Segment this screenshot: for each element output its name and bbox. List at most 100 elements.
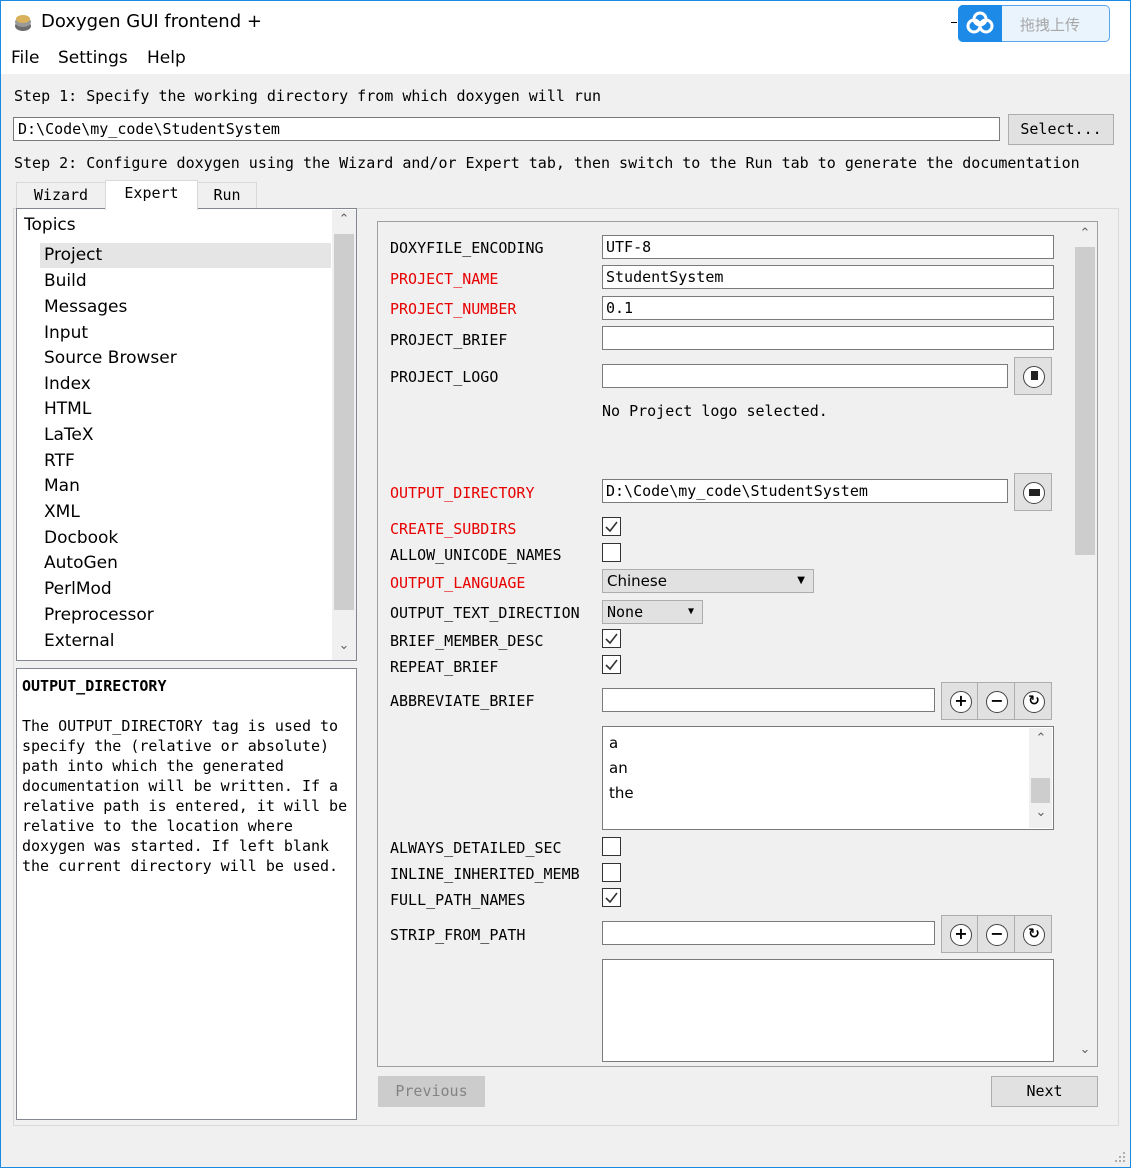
topic-preprocessor[interactable]: Preprocessor [44,605,154,630]
topic-xml[interactable]: XML [44,502,80,527]
project-brief-input[interactable] [602,326,1054,350]
label-project-name: PROJECT_NAME [390,270,499,288]
refresh-icon: ↻ [1028,693,1040,709]
tab-expert[interactable]: Expert [105,180,198,210]
output-directory-input[interactable]: D:\Code\my_code\StudentSystem [602,479,1008,503]
topic-man[interactable]: Man [44,476,80,501]
abbreviate-update-button[interactable]: ↻ [1014,682,1052,720]
label-inline-inherited-memb: INLINE_INHERITED_MEMB [390,865,580,883]
topic-source-browser[interactable]: Source Browser [44,348,177,373]
minimize-glyph[interactable] [951,22,957,23]
tab-wizard[interactable]: Wizard [16,182,106,209]
browse-file-button[interactable] [1014,357,1052,395]
allow-unicode-names-checkbox[interactable] [602,543,621,562]
full-path-names-checkbox[interactable] [602,888,621,907]
label-output-text-direction: OUTPUT_TEXT_DIRECTION [390,604,580,622]
abbreviate-brief-list[interactable] [602,726,1054,830]
browse-folder-button[interactable] [1014,473,1052,511]
settings-scroll-thumb[interactable] [1075,247,1095,555]
dropdown-arrow-icon: ▼ [797,575,805,586]
checkmark-icon [605,892,618,904]
label-full-path-names: FULL_PATH_NAMES [390,891,526,909]
step2-text: Step 2: Configure doxygen using the Wiza… [14,154,1080,172]
menu-file[interactable]: File [11,48,39,68]
label-abbreviate-brief: ABBREVIATE_BRIEF [390,692,535,710]
label-brief-member-desc: BRIEF_MEMBER_DESC [390,632,544,650]
repeat-brief-checkbox[interactable] [602,655,621,674]
topic-input[interactable]: Input [44,323,88,348]
upload-label[interactable]: 拖拽上传 [1020,14,1080,35]
topic-autogen[interactable]: AutoGen [44,553,118,578]
brief-member-desc-checkbox[interactable] [602,629,621,648]
strip-remove-button[interactable]: − [977,915,1015,953]
project-logo-input[interactable] [602,364,1008,388]
plus-icon: + [954,924,968,943]
topic-index[interactable]: Index [44,374,91,399]
output-text-direction-select[interactable]: None ▼ [602,600,703,624]
output-language-select[interactable]: Chinese ▼ [602,569,814,593]
topic-external[interactable]: External [44,631,115,656]
always-detailed-sec-checkbox[interactable] [602,837,621,856]
help-text: The OUTPUT_DIRECTORY tag is used to spec… [22,717,348,875]
strip-from-path-list[interactable] [602,959,1054,1062]
plus-icon: + [954,691,968,710]
cloud-upload-icon[interactable] [958,5,1002,42]
strip-update-button[interactable]: ↻ [1014,915,1052,953]
select-directory-button[interactable]: Select... [1008,114,1114,145]
working-directory-input[interactable]: D:\Code\my_code\StudentSystem [13,117,1000,141]
label-repeat-brief: REPEAT_BRIEF [390,658,499,676]
abbreviate-remove-button[interactable]: − [977,682,1015,720]
topic-docbook[interactable]: Docbook [44,528,118,553]
topic-messages[interactable]: Messages [44,297,127,322]
create-subdirs-checkbox[interactable] [602,517,621,536]
topic-perlmod[interactable]: PerlMod [44,579,112,604]
previous-button[interactable]: Previous [378,1076,485,1107]
chevron-down-icon[interactable]: ⌄ [1073,1042,1097,1057]
doxyfile-encoding-input[interactable]: UTF-8 [602,235,1054,259]
doxygen-app-icon [12,11,34,33]
project-number-input[interactable]: 0.1 [602,296,1054,320]
topic-html[interactable]: HTML [44,399,91,424]
project-logo-note: No Project logo selected. [602,402,828,420]
topics-heading: Topics [24,215,76,235]
chevron-up-icon[interactable]: ⌃ [1073,226,1097,241]
strip-from-path-input[interactable] [602,921,935,945]
output-language-value: Chinese [607,572,667,590]
checkmark-icon [605,521,618,533]
chevron-down-icon[interactable]: ⌄ [332,638,356,653]
label-allow-unicode-names: ALLOW_UNICODE_NAMES [390,546,562,564]
label-create-subdirs: CREATE_SUBDIRS [390,520,517,538]
project-name-input[interactable]: StudentSystem [602,265,1054,289]
chevron-down-icon[interactable]: ⌄ [1029,805,1053,820]
folder-icon [1023,481,1045,503]
topic-project[interactable]: Project [44,245,102,270]
label-output-language: OUTPUT_LANGUAGE [390,574,526,592]
list-item[interactable]: the [609,784,634,802]
minus-icon: − [990,691,1004,710]
abbreviate-add-button[interactable]: + [941,682,979,720]
tab-run[interactable]: Run [197,182,257,209]
topics-scroll-thumb[interactable] [334,234,354,610]
chevron-up-icon[interactable]: ⌃ [332,212,356,227]
menu-help[interactable]: Help [147,48,186,68]
label-project-number: PROJECT_NUMBER [390,300,517,318]
checkmark-icon [605,633,618,645]
chevron-up-icon[interactable]: ⌃ [1029,731,1053,746]
strip-add-button[interactable]: + [941,915,979,953]
topic-rtf[interactable]: RTF [44,451,75,476]
label-project-brief: PROJECT_BRIEF [390,331,508,349]
resize-grip-icon[interactable] [1112,1148,1126,1162]
label-strip-from-path: STRIP_FROM_PATH [390,926,526,944]
label-project-logo: PROJECT_LOGO [390,368,499,386]
dropdown-arrow-icon: ▼ [687,606,694,617]
list-item[interactable]: an [609,759,628,777]
abbreviate-brief-input[interactable] [602,688,935,712]
menu-settings[interactable]: Settings [58,48,128,68]
topic-latex[interactable]: LaTeX [44,425,94,450]
next-button[interactable]: Next [991,1076,1098,1107]
abbreviate-list-scroll-thumb[interactable] [1031,778,1050,803]
inline-inherited-memb-checkbox[interactable] [602,863,621,882]
checkmark-icon [605,659,618,671]
topic-build[interactable]: Build [44,271,87,296]
list-item[interactable]: a [609,734,618,752]
